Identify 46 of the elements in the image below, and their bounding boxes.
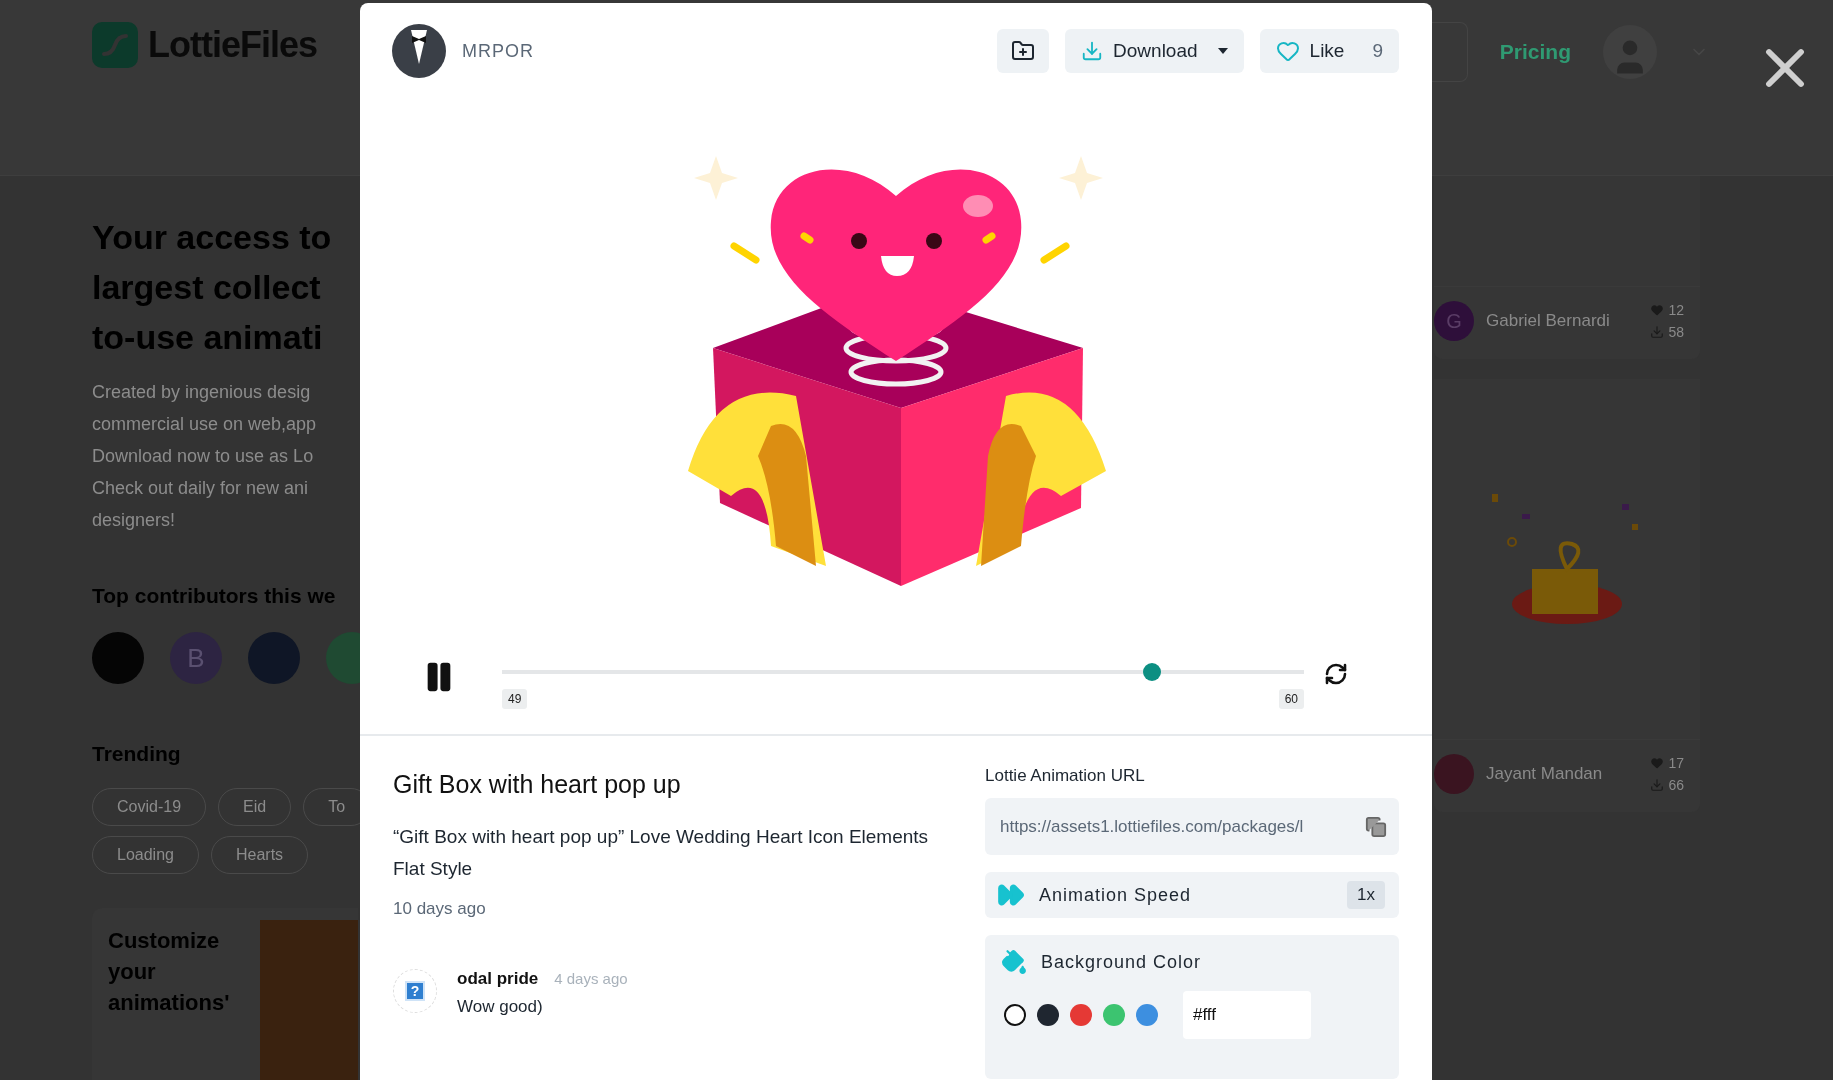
- like-count: 12: [1650, 302, 1684, 318]
- end-frame: 60: [1278, 689, 1304, 709]
- heart-icon: [1275, 39, 1300, 63]
- like-button[interactable]: Like 9: [1259, 29, 1399, 73]
- url-field[interactable]: https://assets1.lottiefiles.com/packages/l: [985, 798, 1399, 855]
- color-swatch[interactable]: [1037, 1004, 1059, 1026]
- animation-description: “Gift Box with heart pop up” Love Wedding Heart Icon Elements Flat Style: [393, 825, 930, 881]
- progress-thumb[interactable]: [1142, 663, 1161, 681]
- download-count: 58: [1650, 324, 1684, 340]
- hero-description: designers!: [92, 509, 177, 532]
- paint-bucket-icon: [1001, 949, 1027, 975]
- caret-icon: [1217, 48, 1228, 54]
- color-swatch[interactable]: [1004, 1004, 1026, 1026]
- download-count: 66: [1650, 777, 1684, 793]
- color-swatch[interactable]: [1103, 1004, 1125, 1026]
- author-name: Jayant Mandan: [1486, 764, 1604, 784]
- comment-time: 4 days ago: [554, 970, 628, 987]
- pricing-link[interactable]: Pricing: [1499, 40, 1571, 64]
- author-name: Gabriel Bernardi: [1486, 311, 1611, 331]
- hero-description: Download now to use as Lo: [92, 445, 315, 468]
- hero-description: Created by ingenious desig: [92, 381, 312, 404]
- download-icon: [1081, 40, 1104, 62]
- color-swatch[interactable]: [1136, 1004, 1158, 1026]
- url-label: Lottie Animation URL: [985, 766, 1146, 786]
- url-input[interactable]: https://assets1.lottiefiles.com/packages/l: [1000, 816, 1359, 837]
- author-name: MRPOR: [462, 40, 535, 62]
- fast-forward-icon: [997, 881, 1025, 909]
- speed-label: Animation Speed: [1039, 884, 1193, 906]
- add-to-folder-button[interactable]: [997, 29, 1050, 73]
- hero-description: commercial use on web,app: [92, 413, 318, 436]
- copy-icon[interactable]: [1365, 815, 1387, 838]
- start-frame: 49: [502, 689, 528, 709]
- author-avatar: [1434, 754, 1474, 794]
- author-avatar: [392, 24, 446, 78]
- download-button[interactable]: Download: [1065, 29, 1244, 73]
- color-swatch[interactable]: [1070, 1004, 1092, 1026]
- color-hex-field[interactable]: #fff: [1183, 991, 1311, 1039]
- posted-time: 10 days ago: [393, 899, 487, 919]
- folder-plus-icon: [1011, 39, 1036, 63]
- like-count: 17: [1650, 755, 1684, 771]
- speed-value[interactable]: 1x: [1347, 881, 1385, 909]
- background-color-label: Background Color: [1041, 951, 1203, 973]
- comment-text: Wow good): [457, 997, 544, 1017]
- commenter-name: odal pride: [457, 969, 539, 989]
- hero-description: Check out daily for new ani: [92, 477, 310, 500]
- animation-title: Gift Box with heart pop up: [393, 770, 682, 799]
